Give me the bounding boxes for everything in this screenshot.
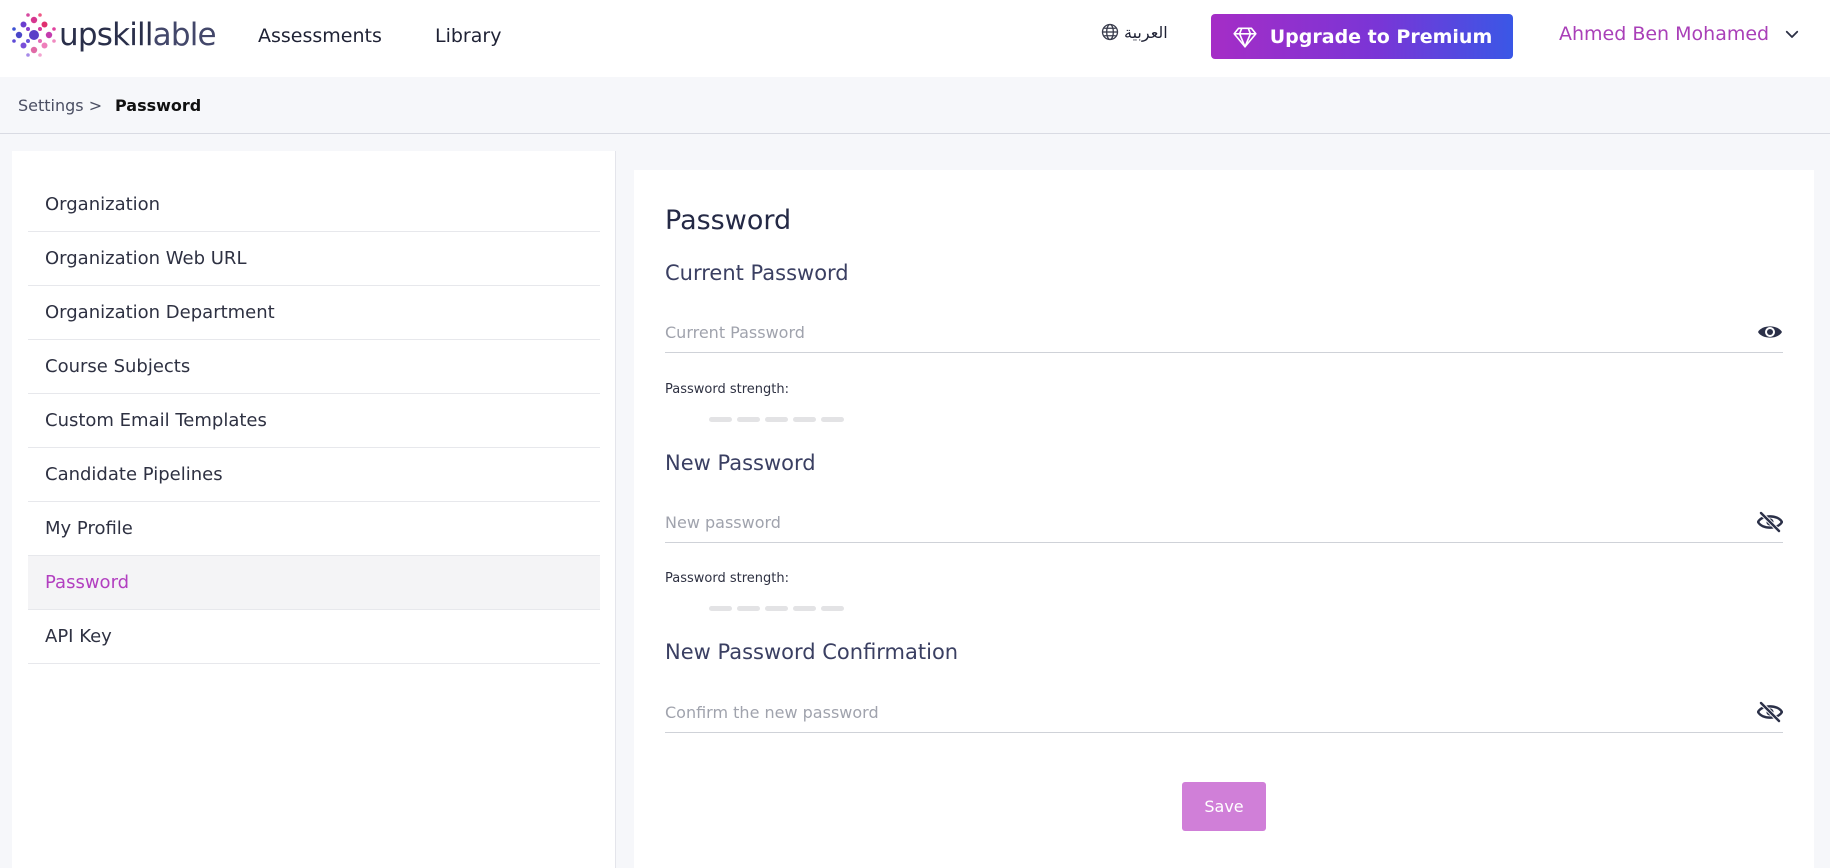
eye-slash-icon[interactable] [1757,511,1783,533]
language-label: العربية [1124,22,1168,42]
sidebar-item-candidate-pipelines[interactable]: Candidate Pipelines [28,448,600,502]
app-logo[interactable]: upskillable [11,12,217,58]
new-password-strength-meter [709,606,844,611]
confirm-password-input[interactable] [665,687,1725,729]
sidebar-item-custom-email-templates[interactable]: Custom Email Templates [28,394,600,448]
strength-segment [737,606,760,611]
confirm-password-label: New Password Confirmation [665,640,959,664]
sidebar-item-organization-web-url[interactable]: Organization Web URL [28,232,600,286]
save-button[interactable]: Save [1182,782,1266,831]
settings-menu: Organization Organization Web URL Organi… [28,178,600,664]
strength-segment [709,606,732,611]
logo-wordmark: upskillable [59,17,217,53]
sidebar-item-course-subjects[interactable]: Course Subjects [28,340,600,394]
strength-segment [821,417,844,422]
eye-slash-icon[interactable] [1757,701,1783,723]
sidebar-item-my-profile[interactable]: My Profile [28,502,600,556]
breadcrumb-settings-link[interactable]: Settings > [18,96,102,115]
strength-segment [765,606,788,611]
current-password-strength-meter [709,417,844,422]
strength-segment [793,606,816,611]
current-password-strength-label: Password strength: [665,382,789,397]
sidebar-item-password[interactable]: Password [28,556,600,610]
upgrade-premium-label: Upgrade to Premium [1269,25,1493,48]
language-switcher[interactable]: العربية [1100,22,1168,42]
logo-mark-icon [12,13,56,57]
user-menu[interactable]: Ahmed Ben Mohamed [1559,23,1801,45]
new-password-field [665,497,1783,543]
page-title: Password [665,205,792,236]
current-password-label: Current Password [665,261,849,285]
new-password-input[interactable] [665,497,1725,539]
strength-segment [709,417,732,422]
upgrade-premium-button[interactable]: Upgrade to Premium [1211,14,1513,59]
globe-icon [1101,23,1119,41]
user-name: Ahmed Ben Mohamed [1559,23,1770,45]
current-password-field [665,307,1783,353]
current-password-input[interactable] [665,307,1725,349]
password-form-card: Password Current Password Password stren… [634,170,1814,868]
strength-segment [737,417,760,422]
chevron-down-icon [1785,30,1799,38]
diamond-icon [1233,27,1257,48]
new-password-label: New Password [665,451,816,475]
sidebar-item-organization-department[interactable]: Organization Department [28,286,600,340]
nav-assessments[interactable]: Assessments [258,25,382,47]
eye-icon[interactable] [1757,321,1783,343]
sidebar-item-organization[interactable]: Organization [28,178,600,232]
strength-segment [793,417,816,422]
breadcrumb: Settings > Password [0,77,1830,134]
top-header: upskillable Assessments Library العربية … [0,0,1830,77]
nav-library[interactable]: Library [435,25,501,47]
strength-segment [765,417,788,422]
breadcrumb-current: Password [115,96,202,115]
strength-segment [821,606,844,611]
confirm-password-field [665,687,1783,733]
sidebar-item-api-key[interactable]: API Key [28,610,600,664]
settings-sidebar: Organization Organization Web URL Organi… [12,151,616,868]
new-password-strength-label: Password strength: [665,571,789,586]
